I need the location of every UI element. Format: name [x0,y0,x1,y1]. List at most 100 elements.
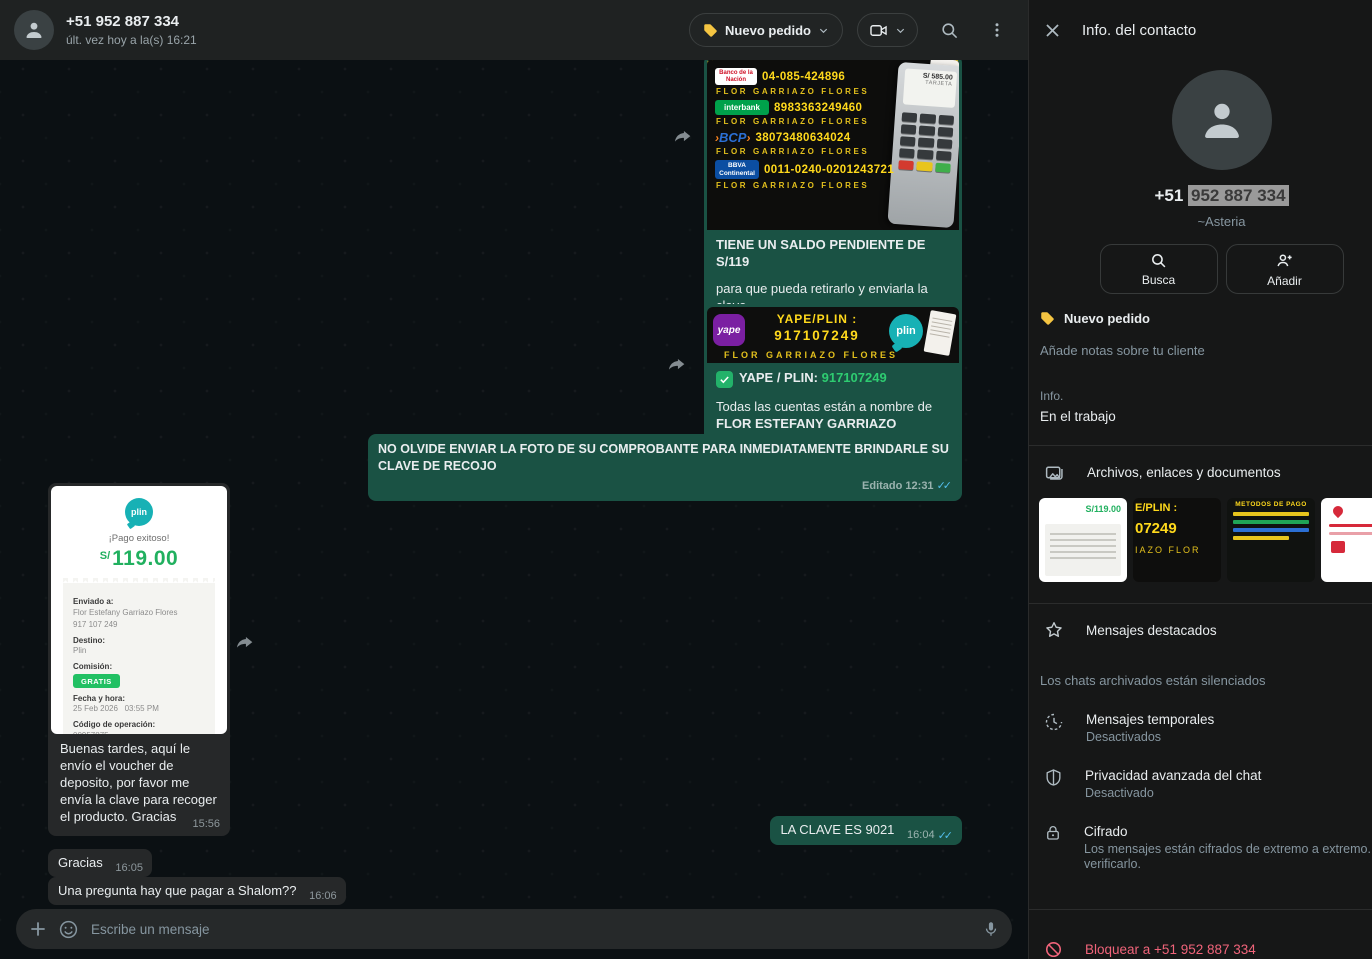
yape-plin-thumbnail[interactable]: E/PLIN : 07249 IAZO FLOR [1133,498,1221,582]
message-edited-time: Editado 12:31 [862,478,934,495]
kebab-menu-icon [988,21,1006,39]
chat-menu-button[interactable] [980,13,1014,47]
field-value: Plin [73,646,205,657]
pos-function-key [898,160,914,170]
chat-title: +51 952 887 334 [66,13,689,31]
field-label: Destino: [73,636,205,645]
forward-icon[interactable] [234,632,256,654]
label-tag-icon [1040,311,1055,326]
thumb-text: E/PLIN : [1135,502,1219,514]
incoming-message-voucher[interactable]: plin ¡Pago exitoso! S/119.00 Enviado a: … [48,483,230,836]
new-order-label: Nuevo pedido [725,23,811,38]
close-icon[interactable] [1043,21,1062,40]
message-text: YAPE / PLIN: 917107249 [716,369,950,388]
message-time: 16:05 [115,862,143,874]
forward-icon[interactable] [672,126,694,148]
field-value: 917 107 249 [73,620,205,631]
shipping-thumbnail[interactable] [1321,498,1372,582]
incoming-message-thanks[interactable]: Gracias 16:05 [48,849,152,877]
person-add-icon [1275,251,1294,270]
advanced-privacy-value: Desactivado [1085,786,1261,800]
search-in-chat-button[interactable] [932,13,966,47]
search-contact-button[interactable]: Busca [1100,244,1218,294]
message-input[interactable] [89,921,972,938]
block-contact-row[interactable]: Bloquear a +51 952 887 334 [1029,940,1372,959]
yape-logo: yape [713,314,745,346]
bank-account-holder: FLOR GARRIAZO FLORES [716,117,883,126]
chevron-down-icon [895,25,906,36]
divider [1029,909,1372,910]
media-thumbnails: S/119.00 E/PLIN : 07249 IAZO FLOR METODO… [1029,498,1372,582]
contact-avatar-large[interactable] [1172,70,1272,170]
pos-key [901,124,917,134]
field-value: 00957875 [73,731,205,734]
emoji-sticker-icon[interactable] [58,919,79,940]
timer-icon [1044,712,1064,732]
client-notes-field[interactable]: Añade notas sobre tu cliente [1029,343,1372,358]
pos-key [919,126,935,136]
encryption-row[interactable]: Cifrado Los mensajes están cifrados de e… [1029,824,1372,871]
bank-accounts-image[interactable]: Banco de la Nación04-085-424896FLOR GARR… [707,58,959,230]
panel-header: Info. del contacto [1029,0,1372,60]
yape-plin-image[interactable]: yape YAPE/PLIN : 917107249 plin FLOR GAR… [707,307,959,363]
label-chip-row[interactable]: Nuevo pedido [1029,311,1372,326]
starred-messages-label: Mensajes destacados [1086,623,1217,638]
chat-header-actions: Nuevo pedido [689,13,1014,47]
chevron-down-icon [818,25,829,36]
message-text: LA CLAVE ES 9021 [780,822,894,837]
archived-chats-note: Los chats archivados están silenciados [1029,673,1372,688]
bank-account-row: BBVA Continental0011-0240-0201243721FLOR… [715,160,883,190]
banner-title: YAPE/PLIN : [745,312,889,326]
mic-icon[interactable] [982,920,1000,938]
forward-icon[interactable] [666,354,688,376]
person-icon [22,18,46,42]
bank-account-holder: FLOR GARRIAZO FLORES [716,147,883,156]
thumb-amount: S/119.00 [1045,504,1121,514]
field-label: Código de operación: [73,720,205,729]
voucher-details: Enviado a: Flor Estefany Garriazo Flores… [63,583,215,734]
new-order-button[interactable]: Nuevo pedido [689,13,843,47]
outgoing-message-key[interactable]: LA CLAVE ES 9021 16:04✓✓ [770,816,962,845]
search-button-label: Busca [1142,273,1175,287]
media-links-docs-label: Archivos, enlaces y documentos [1087,465,1281,480]
outgoing-message-reminder[interactable]: NO OLVIDE ENVIAR LA FOTO DE SU COMPROBAN… [368,434,962,501]
chat-header-info[interactable]: +51 952 887 334 últ. vez hoy a la(s) 16:… [66,13,689,48]
message-text: Todas las cuentas están a nombre de [716,398,950,415]
box-decor [1331,541,1345,553]
encryption-title: Cifrado [1084,824,1372,839]
contact-actions: Busca Añadir [1029,244,1372,294]
pos-key [917,149,933,159]
field-label: Fecha y hora: [73,694,205,703]
video-camera-icon [869,21,888,40]
contact-avatar[interactable] [14,10,54,50]
media-links-docs-row[interactable]: Archivos, enlaces y documentos [1029,462,1372,483]
disappearing-messages-row[interactable]: Mensajes temporales Desactivados [1029,712,1372,744]
outgoing-message-bank-accounts[interactable]: Banco de la Nación04-085-424896FLOR GARR… [704,55,962,342]
bank-account-number: 04-085-424896 [762,71,845,83]
video-call-button[interactable] [857,13,918,47]
last-seen: últ. vez hoy a la(s) 16:21 [66,32,689,48]
pos-key [937,127,953,137]
attach-plus-icon[interactable] [28,919,48,939]
payment-methods-thumbnail[interactable]: METODOS DE PAGO [1227,498,1315,582]
contact-phone: +51 952 887 334 [1029,186,1372,206]
thumb-title: METODOS DE PAGO [1231,501,1311,508]
pos-key [938,115,954,125]
payment-voucher-image[interactable]: plin ¡Pago exitoso! S/119.00 Enviado a: … [51,486,227,734]
voucher-thumbnail[interactable]: S/119.00 [1039,498,1127,582]
add-contact-button[interactable]: Añadir [1226,244,1344,294]
starred-messages-row[interactable]: Mensajes destacados [1029,620,1372,640]
bank-account-holder: FLOR GARRIAZO FLORES [716,181,883,190]
thumb-receipt-lines [1045,524,1121,576]
message-text: TIENE UN SALDO PENDIENTE DE S/119 [716,236,950,270]
advanced-privacy-row[interactable]: Privacidad avanzada del chat Desactivado [1029,768,1372,800]
label-chip-text: Nuevo pedido [1064,311,1150,326]
message-time: 16:04 [907,829,935,841]
bank-account-row: Banco de la Nación04-085-424896FLOR GARR… [715,68,883,96]
receipt-paper-decor [924,310,957,356]
message-text: Buenas tardes, aquí le envío el voucher … [60,741,217,824]
block-icon [1044,940,1063,959]
bank-account-holder: FLOR GARRIAZO FLORES [716,87,883,96]
divider [1029,603,1372,604]
pos-key [918,137,934,147]
